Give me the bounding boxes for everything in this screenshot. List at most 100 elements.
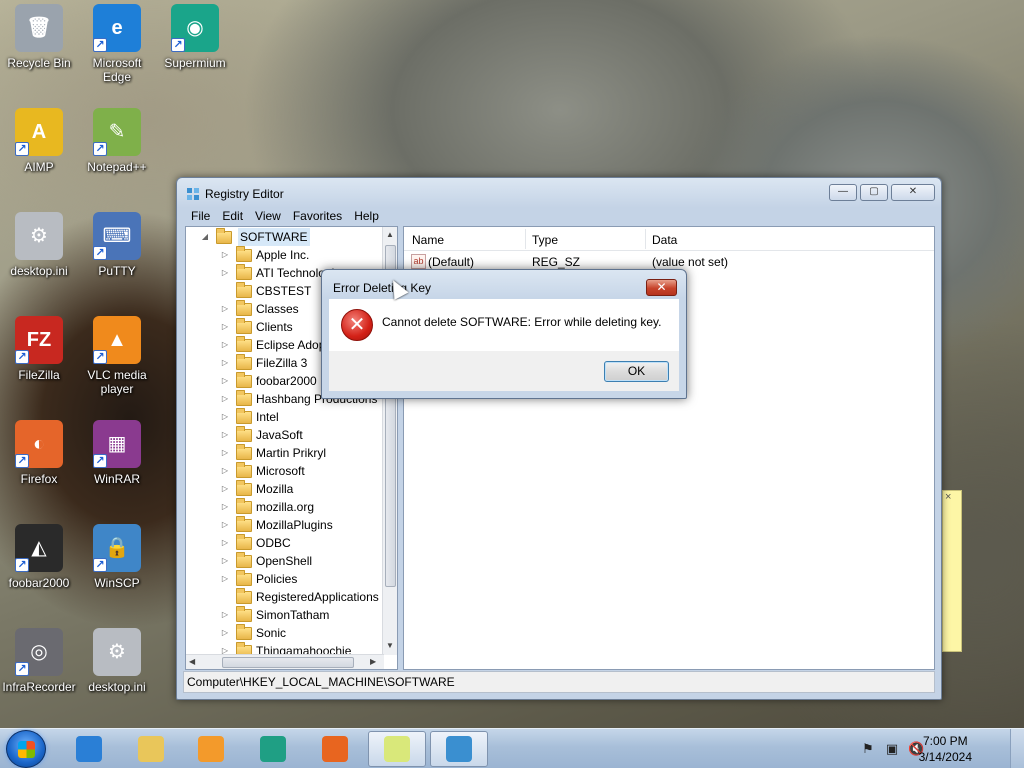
expand-arrow-icon[interactable]: ▷ — [220, 606, 230, 624]
tree-item-label: Intel — [256, 410, 279, 424]
expand-arrow-icon[interactable]: ▷ — [220, 552, 230, 570]
dialog-close-button[interactable]: ✕ — [646, 279, 677, 296]
expand-arrow-icon[interactable]: ▷ — [220, 390, 230, 408]
desktop-icon[interactable]: ⚙ desktop.ini — [0, 212, 78, 278]
action-center-icon[interactable]: ⚑ — [860, 741, 876, 757]
expand-arrow-icon[interactable]: ▷ — [220, 462, 230, 480]
desktop-icon-label: Notepad++ — [87, 160, 147, 174]
tree-hscroll-thumb[interactable] — [222, 657, 354, 668]
folder-icon — [236, 318, 252, 334]
desktop-icon[interactable]: ◉ ↗ Supermium — [156, 4, 234, 70]
expand-arrow-icon[interactable]: ▷ — [220, 264, 230, 282]
registry-editor-window[interactable]: Registry Editor — ▢ ✕ File Edit View Fav… — [176, 177, 942, 700]
start-button[interactable] — [6, 730, 46, 768]
string-value-icon: ab — [411, 254, 426, 269]
error-dialog[interactable]: Error Deleting Key ✕ ✕ Cannot delete SOF… — [321, 269, 687, 399]
desktop-icon[interactable]: 🔒 ↗ WinSCP — [78, 524, 156, 590]
tree-item-label: OpenShell — [256, 554, 313, 568]
menu-help[interactable]: Help — [354, 209, 379, 223]
tree-item[interactable]: ▷ MozillaPlugins — [186, 516, 384, 534]
tree-item[interactable]: ▷ Martin Prikryl — [186, 444, 384, 462]
tree-item[interactable]: ▷ mozilla.org — [186, 498, 384, 516]
scroll-right-icon[interactable]: ▶ — [370, 657, 376, 666]
taskbar-firefox[interactable] — [306, 731, 364, 767]
column-name[interactable]: Name — [412, 233, 444, 247]
taskbar-registry-editor[interactable] — [430, 731, 488, 767]
expand-arrow-icon[interactable]: ▷ — [220, 624, 230, 642]
tree-item[interactable]: ▷ Intel — [186, 408, 384, 426]
tree-item[interactable]: ▷ Policies — [186, 570, 384, 588]
desktop-icon[interactable]: ▲ ↗ VLC media player — [78, 316, 156, 396]
desktop-icon[interactable]: ◐ ↗ Firefox — [0, 420, 78, 486]
expand-arrow-icon[interactable]: ▷ — [220, 570, 230, 588]
scroll-left-icon[interactable]: ◀ — [189, 657, 195, 666]
tree-item[interactable]: ▷ OpenShell — [186, 552, 384, 570]
expand-arrow-icon[interactable]: ▷ — [220, 426, 230, 444]
expand-arrow-icon[interactable]: ▷ — [220, 246, 230, 264]
folder-icon — [236, 336, 252, 352]
menu-edit[interactable]: Edit — [222, 209, 243, 223]
expand-arrow-icon[interactable]: ▷ — [220, 300, 230, 318]
close-button[interactable]: ✕ — [891, 184, 935, 201]
menu-view[interactable]: View — [255, 209, 281, 223]
sticky-close-icon[interactable]: × — [945, 491, 951, 503]
expand-arrow-icon[interactable]: ▷ — [220, 516, 230, 534]
expand-arrow-icon[interactable]: ▷ — [220, 534, 230, 552]
menu-file[interactable]: File — [191, 209, 210, 223]
ok-button[interactable]: OK — [604, 361, 669, 382]
expand-arrow-icon[interactable]: ▷ — [220, 354, 230, 372]
tree-item[interactable]: ▷ Sonic — [186, 624, 384, 642]
desktop-icon[interactable]: ⚙ desktop.ini — [78, 628, 156, 694]
taskbar-windows-media-player[interactable] — [182, 731, 240, 767]
tree-item[interactable]: RegisteredApplications — [186, 588, 384, 606]
desktop-icon[interactable]: 🗑 Recycle Bin — [0, 4, 78, 70]
app-icon: 🔒 ↗ — [93, 524, 141, 572]
taskbar-sticky-notes[interactable] — [368, 731, 426, 767]
expand-arrow-icon[interactable]: ▷ — [220, 372, 230, 390]
desktop-icon[interactable]: ⌨ ↗ PuTTY — [78, 212, 156, 278]
sticky-note[interactable]: × — [942, 490, 962, 652]
tree-item-label: Apple Inc. — [256, 248, 310, 262]
expand-arrow-icon[interactable]: ▷ — [220, 498, 230, 516]
error-icon: ✕ — [341, 309, 373, 341]
tree-item-label: Microsoft — [256, 464, 305, 478]
taskbar-file-explorer[interactable] — [122, 731, 180, 767]
tree-item-label: ODBC — [256, 536, 291, 550]
collapse-arrow-icon[interactable]: ◢ — [200, 228, 210, 246]
show-desktop-button[interactable] — [1010, 729, 1024, 768]
tree-horizontal-scrollbar[interactable]: ◀ ▶ — [186, 654, 384, 669]
menu-bar: File Edit View Favorites Help — [183, 207, 935, 225]
expand-arrow-icon[interactable]: ▷ — [220, 336, 230, 354]
taskbar-supermium[interactable] — [244, 731, 302, 767]
tree-item[interactable]: ▷ Apple Inc. — [186, 246, 384, 264]
maximize-button[interactable]: ▢ — [860, 184, 888, 201]
minimize-button[interactable]: — — [829, 184, 857, 201]
tree-item[interactable]: ▷ JavaSoft — [186, 426, 384, 444]
desktop-icon[interactable]: ◎ ↗ InfraRecorder — [0, 628, 78, 694]
shortcut-arrow-icon: ↗ — [93, 454, 107, 468]
desktop-icon[interactable]: ▦ ↗ WinRAR — [78, 420, 156, 486]
desktop-icon[interactable]: e ↗ Microsoft Edge — [78, 4, 156, 84]
tree-item[interactable]: ▷ Mozilla — [186, 480, 384, 498]
clock[interactable]: 7:00 PM 3/14/2024 — [919, 733, 972, 765]
tree-item[interactable]: ▷ ODBC — [186, 534, 384, 552]
taskbar: ⚑ ▣ 🔇 7:00 PM 3/14/2024 — [0, 728, 1024, 768]
column-type[interactable]: Type — [532, 233, 558, 247]
tree-item[interactable]: ▷ SimonTatham — [186, 606, 384, 624]
taskbar-internet-explorer[interactable] — [60, 731, 118, 767]
expand-arrow-icon[interactable]: ▷ — [220, 444, 230, 462]
column-data[interactable]: Data — [652, 233, 677, 247]
menu-favorites[interactable]: Favorites — [293, 209, 342, 223]
expand-arrow-icon[interactable]: ▷ — [220, 480, 230, 498]
tree-item[interactable]: ▷ Microsoft — [186, 462, 384, 480]
expand-arrow-icon[interactable]: ▷ — [220, 408, 230, 426]
network-icon[interactable]: ▣ — [884, 741, 900, 757]
desktop-icon[interactable]: ✎ ↗ Notepad++ — [78, 108, 156, 174]
scroll-down-icon[interactable]: ▼ — [386, 641, 394, 650]
tree-root-row[interactable]: ◢ SOFTWARE — [186, 228, 384, 246]
desktop-icon[interactable]: ◭ ↗ foobar2000 — [0, 524, 78, 590]
scroll-up-icon[interactable]: ▲ — [386, 230, 394, 239]
desktop-icon[interactable]: A ↗ AIMP — [0, 108, 78, 174]
desktop-icon[interactable]: FZ ↗ FileZilla — [0, 316, 78, 382]
expand-arrow-icon[interactable]: ▷ — [220, 318, 230, 336]
